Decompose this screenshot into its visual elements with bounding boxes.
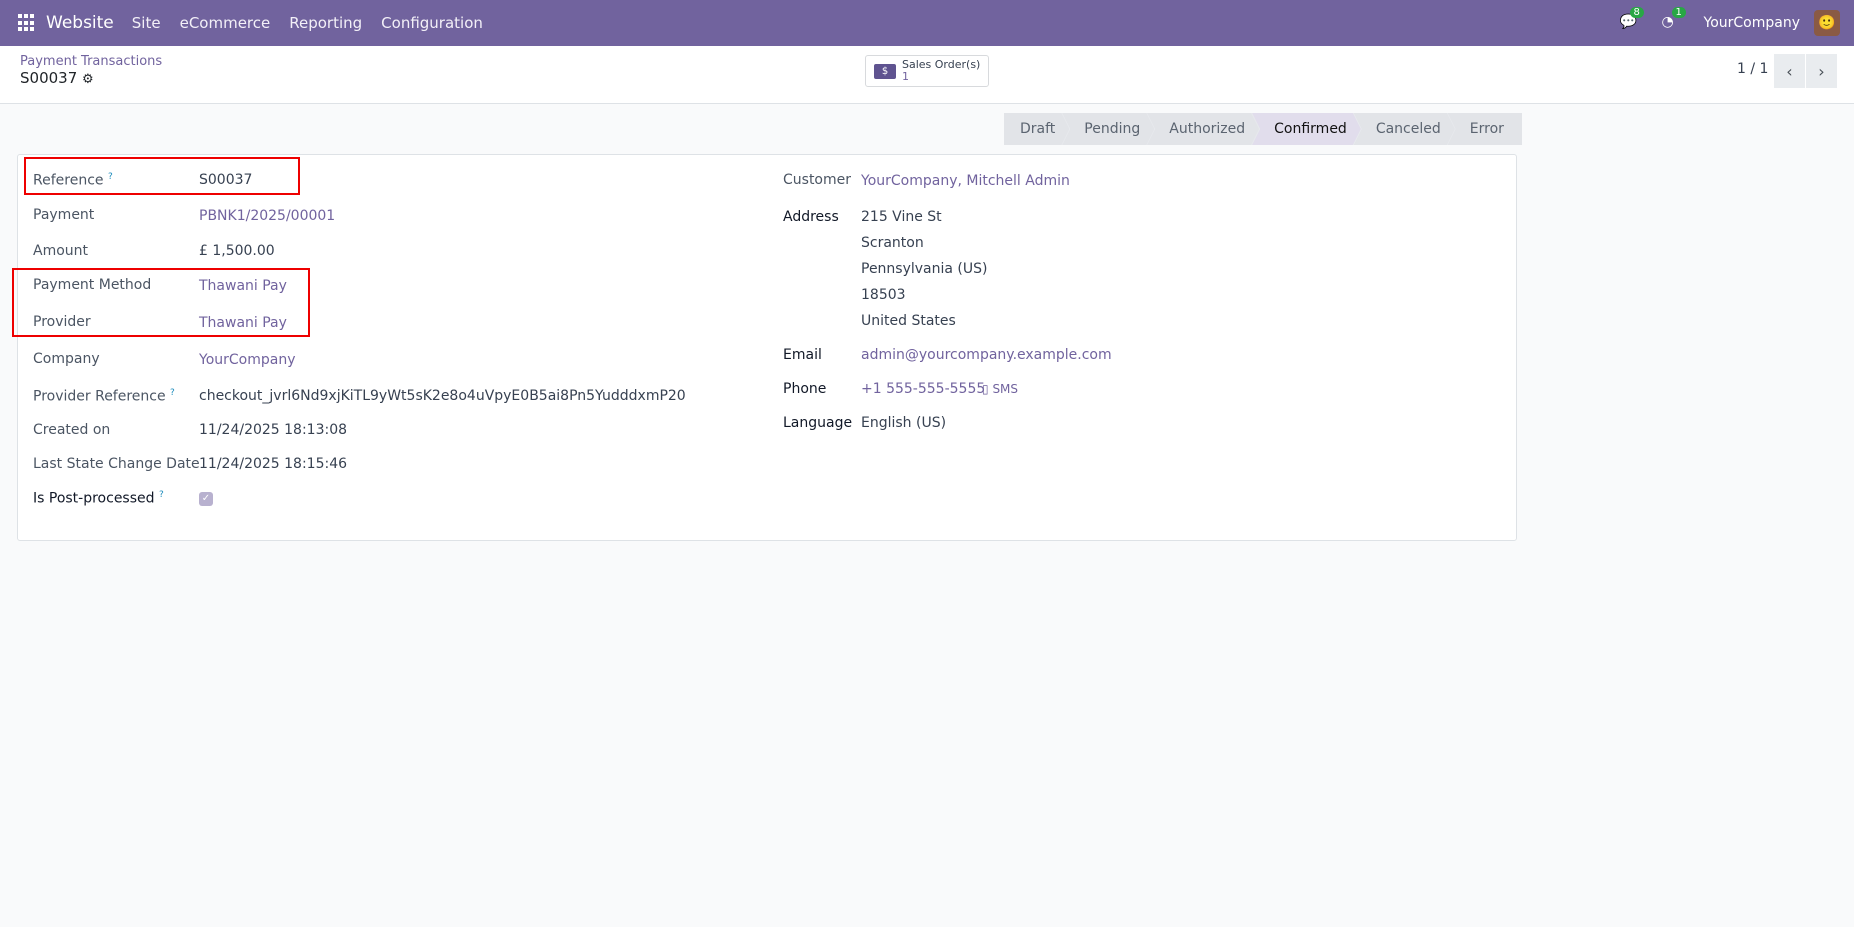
pager-value[interactable]: 1 / 1 — [1737, 61, 1768, 77]
created-on-value: 11/24/2025 18:13:08 — [199, 422, 348, 438]
messages-badge: 8 — [1629, 7, 1644, 18]
sales-orders-count: 1 — [902, 70, 909, 83]
menu-site[interactable]: Site — [132, 14, 161, 32]
stage-canceled[interactable]: Canceled — [1354, 113, 1455, 145]
address-line: United States — [861, 313, 956, 329]
created-on-label: Created on — [33, 422, 111, 438]
apps-menu-icon[interactable] — [18, 14, 36, 32]
user-avatar[interactable]: 🙂 — [1814, 10, 1840, 36]
top-navbar: Website Site eCommerce Reporting Configu… — [0, 0, 1854, 46]
address-line: 215 Vine St — [861, 209, 942, 225]
app-name[interactable]: Website — [46, 13, 114, 33]
clock-icon: ◔ — [1661, 14, 1674, 30]
stage-error[interactable]: Error — [1447, 113, 1522, 145]
company-switcher[interactable]: YourCompany — [1704, 15, 1801, 31]
chevron-left-icon: ‹ — [1786, 61, 1793, 81]
stage-confirmed[interactable]: Confirmed — [1252, 113, 1361, 145]
menu-configuration[interactable]: Configuration — [381, 14, 483, 32]
post-processed-label: Is Post-processed ? — [33, 490, 164, 507]
highlight-payment-method-provider — [12, 268, 310, 337]
provider-reference-label: Provider Reference ? — [33, 388, 175, 405]
stage-authorized[interactable]: Authorized — [1147, 113, 1259, 145]
language-value: English (US) — [861, 415, 947, 431]
activities-badge: 1 — [1671, 7, 1686, 18]
menu-reporting[interactable]: Reporting — [289, 14, 362, 32]
checkmark-icon: ✓ — [201, 493, 211, 504]
customer-link[interactable]: YourCompany, Mitchell Admin — [861, 173, 1070, 189]
mobile-icon: ▯ — [982, 382, 989, 396]
customer-label: Customer — [783, 172, 852, 188]
pager-previous-button[interactable]: ‹ — [1774, 54, 1805, 88]
phone-link[interactable]: +1 555-555-5555 — [861, 381, 985, 397]
gear-icon[interactable]: ⚙ — [82, 72, 94, 87]
email-label: Email — [783, 347, 822, 363]
pager-next-button[interactable]: › — [1806, 54, 1837, 88]
payment-link[interactable]: PBNK1/2025/00001 — [199, 208, 335, 224]
post-processed-checkbox[interactable]: ✓ — [199, 492, 213, 506]
address-line: Pennsylvania (US) — [861, 261, 988, 277]
activities-button[interactable]: ◔ 1 — [1661, 7, 1686, 32]
company-label: Company — [33, 351, 100, 367]
breadcrumb-current: S00037 ⚙ — [20, 69, 94, 87]
help-icon[interactable]: ? — [170, 388, 175, 398]
stage-draft[interactable]: Draft — [1004, 113, 1069, 145]
language-label: Language — [783, 415, 853, 431]
phone-label: Phone — [783, 381, 827, 397]
address-label: Address — [783, 209, 839, 225]
sales-orders-button[interactable]: $ Sales Order(s) 1 — [865, 55, 989, 87]
address-line: 18503 — [861, 287, 906, 303]
record-name: S00037 — [20, 69, 78, 87]
money-icon: $ — [874, 63, 896, 79]
messages-button[interactable]: 💬 8 — [1620, 7, 1644, 32]
provider-reference-value: checkout_jvrl6Nd9xjKiTL9yWt5sK2e8o4uVpyE… — [199, 388, 686, 404]
breadcrumb-parent[interactable]: Payment Transactions — [20, 54, 162, 69]
status-bar: Draft Pending Authorized Confirmed Cance… — [1004, 113, 1522, 145]
last-state-change-label: Last State Change Date — [33, 456, 200, 472]
menu-ecommerce[interactable]: eCommerce — [180, 14, 271, 32]
stage-pending[interactable]: Pending — [1062, 113, 1154, 145]
sales-orders-label: Sales Order(s) — [902, 58, 981, 71]
sms-button[interactable]: ▯ SMS — [982, 382, 1018, 396]
address-line: Scranton — [861, 235, 924, 251]
company-link[interactable]: YourCompany — [199, 352, 296, 368]
payment-label: Payment — [33, 207, 95, 223]
amount-label: Amount — [33, 243, 89, 259]
help-icon[interactable]: ? — [159, 490, 164, 500]
last-state-change-value: 11/24/2025 18:15:46 — [199, 456, 348, 472]
email-link[interactable]: admin@yourcompany.example.com — [861, 347, 1112, 363]
highlight-reference — [24, 157, 300, 195]
chevron-right-icon: › — [1818, 61, 1825, 81]
amount-value: £ 1,500.00 — [199, 243, 275, 259]
